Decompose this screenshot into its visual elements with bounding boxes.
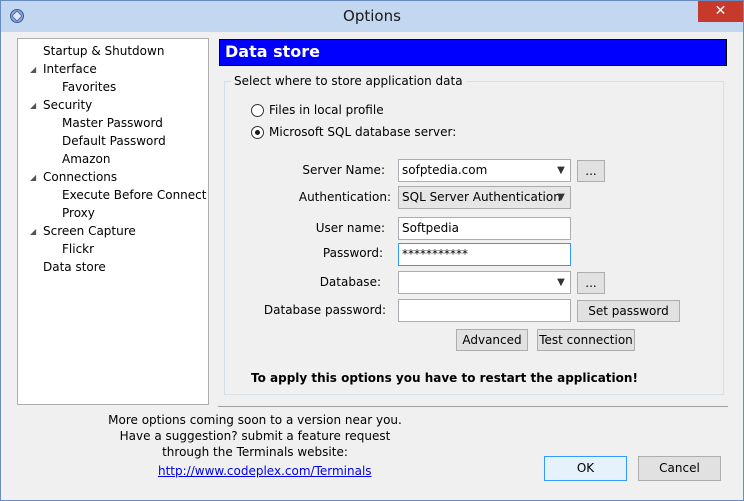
- database-password-label: Database password:: [263, 303, 386, 317]
- tree-item-default-password[interactable]: Default Password: [62, 132, 166, 150]
- tree-item-flickr[interactable]: Flickr: [62, 240, 94, 258]
- radio-sql-server[interactable]: [251, 126, 264, 139]
- database-password-input[interactable]: [398, 299, 571, 322]
- user-name-input[interactable]: Softpedia: [398, 217, 571, 240]
- collapse-icon[interactable]: ◢: [30, 173, 39, 182]
- server-browse-button[interactable]: ...: [577, 160, 605, 182]
- set-password-button[interactable]: Set password: [577, 300, 680, 322]
- footer-message: More options coming soon to a version ne…: [105, 412, 405, 460]
- tree-item-execute-before-connect[interactable]: Execute Before Connect: [62, 186, 206, 204]
- tree-item-master-password[interactable]: Master Password: [62, 114, 163, 132]
- tree-item-startup-shutdown[interactable]: Startup & Shutdown: [43, 42, 164, 60]
- title-bar[interactable]: Options ✕: [1, 1, 743, 32]
- panel-header: Data store: [219, 39, 727, 66]
- test-connection-button[interactable]: Test connection: [537, 329, 635, 351]
- collapse-icon[interactable]: ◢: [30, 65, 39, 74]
- server-name-label: Server Name:: [302, 163, 385, 177]
- radio-local-profile[interactable]: [251, 104, 264, 117]
- footer-line-1: More options coming soon to a version ne…: [108, 413, 402, 427]
- restart-note: To apply this options you have to restar…: [251, 371, 638, 385]
- tree-item-data-store[interactable]: Data store: [43, 258, 106, 276]
- close-icon[interactable]: ✕: [698, 1, 743, 22]
- footer-line-3: through the Terminals website:: [162, 445, 348, 459]
- tree-item-screen-capture[interactable]: Screen Capture: [43, 222, 136, 240]
- database-label: Database:: [319, 275, 381, 289]
- tree-item-interface[interactable]: Interface: [43, 60, 97, 78]
- footer-line-2: Have a suggestion? submit a feature requ…: [119, 429, 391, 443]
- database-browse-button[interactable]: ...: [577, 272, 605, 294]
- ok-button[interactable]: OK: [544, 456, 627, 481]
- chevron-down-icon[interactable]: ▼: [555, 272, 567, 293]
- password-input[interactable]: ***********: [398, 243, 571, 266]
- server-name-value: sofptedia.com: [402, 163, 488, 177]
- options-window: Options ✕ Startup & Shutdown ◢ Interface…: [0, 0, 744, 501]
- server-name-combo[interactable]: sofptedia.com ▼: [398, 159, 571, 182]
- radio-local-profile-label[interactable]: Files in local profile: [269, 102, 384, 118]
- terminals-website-link[interactable]: http://www.codeplex.com/Terminals: [158, 463, 372, 479]
- groupbox-title: Select where to store application data: [231, 73, 466, 89]
- cancel-button[interactable]: Cancel: [638, 456, 721, 481]
- authentication-select[interactable]: SQL Server Authentication ▼: [398, 186, 571, 209]
- footer-divider: [218, 406, 728, 407]
- tree-item-amazon[interactable]: Amazon: [62, 150, 111, 168]
- tree-item-favorites[interactable]: Favorites: [62, 78, 116, 96]
- chevron-down-icon[interactable]: ▼: [555, 187, 567, 208]
- advanced-button[interactable]: Advanced: [456, 329, 528, 351]
- collapse-icon[interactable]: ◢: [30, 227, 39, 236]
- radio-sql-server-label[interactable]: Microsoft SQL database server:: [269, 124, 456, 140]
- tree-item-proxy[interactable]: Proxy: [62, 204, 95, 222]
- window-title: Options: [343, 7, 401, 25]
- password-label: Password:: [322, 246, 383, 260]
- options-tree[interactable]: Startup & Shutdown ◢ Interface Favorites…: [17, 38, 209, 405]
- database-combo[interactable]: ▼: [398, 271, 571, 294]
- authentication-value: SQL Server Authentication: [402, 190, 561, 204]
- panel-title: Data store: [225, 42, 320, 61]
- collapse-icon[interactable]: ◢: [30, 101, 39, 110]
- chevron-down-icon[interactable]: ▼: [555, 160, 567, 181]
- tree-item-connections[interactable]: Connections: [43, 168, 117, 186]
- user-name-label: User name:: [315, 221, 385, 235]
- authentication-label: Authentication:: [298, 190, 391, 204]
- tree-item-security[interactable]: Security: [43, 96, 92, 114]
